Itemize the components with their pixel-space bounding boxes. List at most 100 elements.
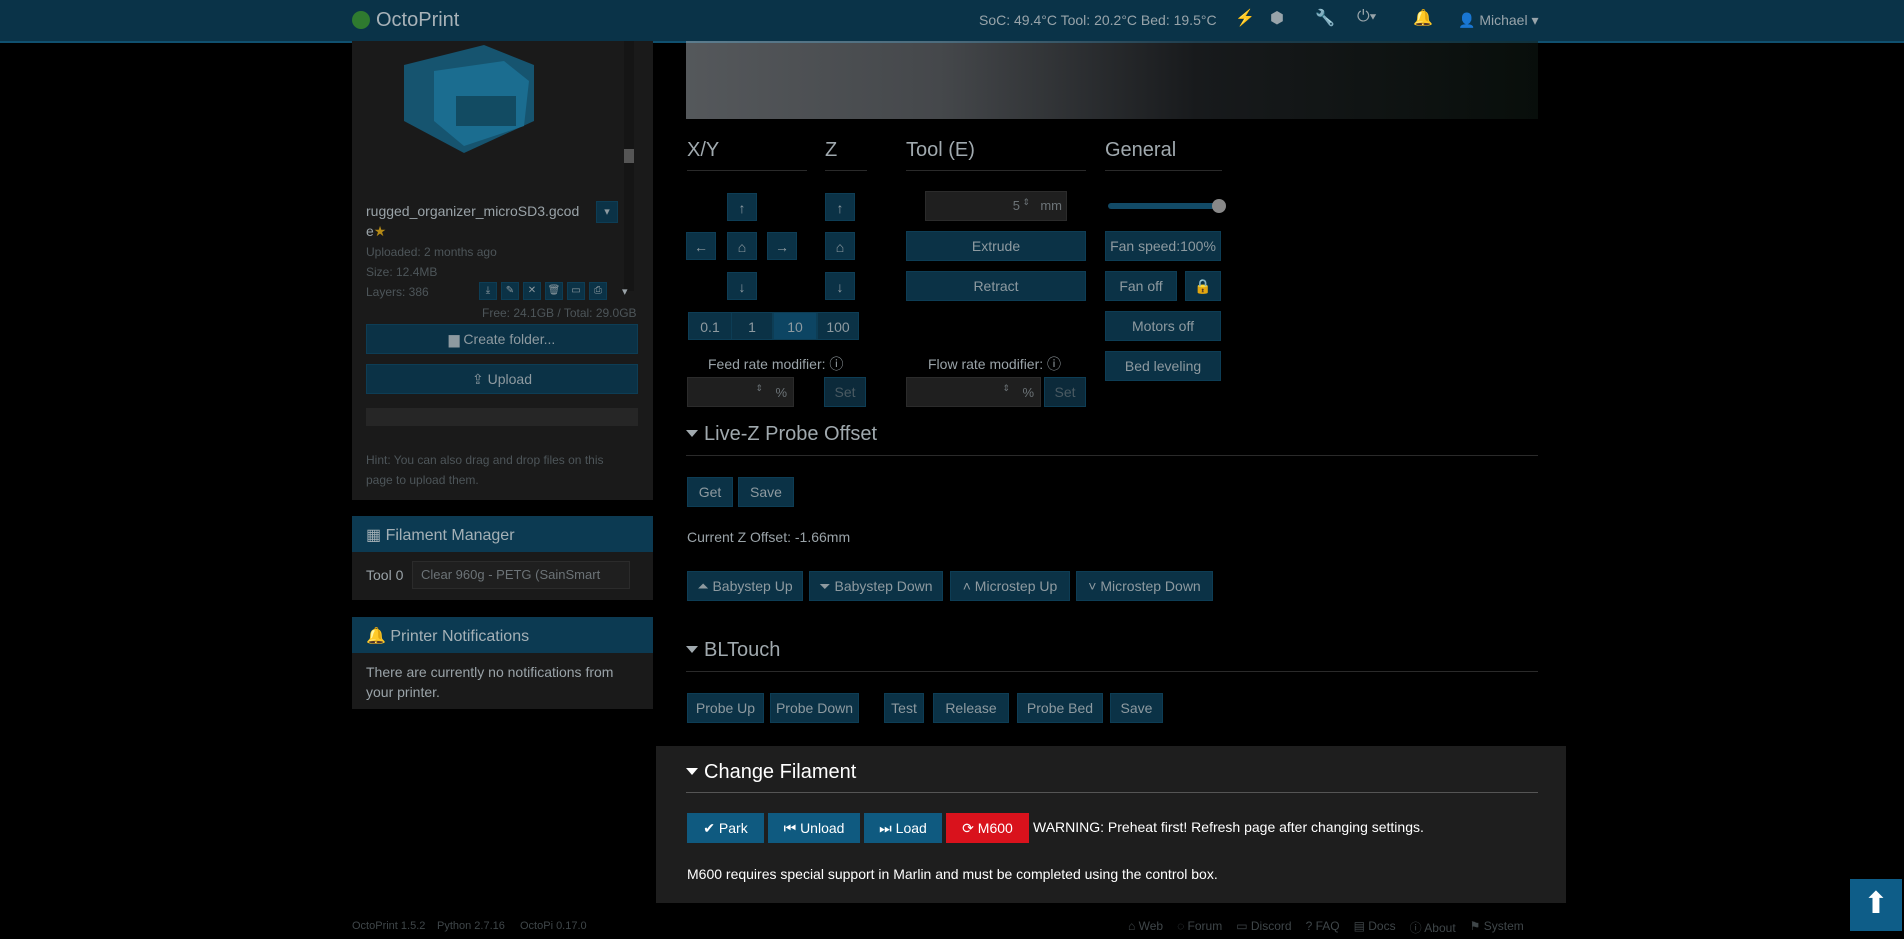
feed-rate-label: Feed rate modifier: ⓘ [708, 356, 844, 372]
change-filament-header[interactable]: Change Filament [686, 761, 856, 784]
double-chevron-up-icon: ⏶ [697, 578, 709, 594]
step-0-1[interactable]: 0.1 [688, 312, 732, 340]
z-header: Z [825, 139, 838, 161]
home-z-home-icon[interactable]: ⌂ [825, 232, 855, 260]
livez-header[interactable]: Live-Z Probe Offset [686, 423, 877, 446]
file-expand-chevron-icon[interactable]: ▾ [596, 201, 618, 223]
more-chevron-icon[interactable]: ▾ [622, 285, 628, 298]
bltouch-save-button[interactable]: Save [1110, 693, 1163, 723]
footer-link-discord[interactable]: ▭ Discord [1236, 919, 1291, 936]
flow-rate-label: Flow rate modifier: ⓘ [928, 356, 1062, 372]
jog-y-minus-down-arrow-icon[interactable]: ↓ [727, 272, 757, 300]
m600-button[interactable]: ⟳ M600 [946, 813, 1029, 843]
unload-button[interactable]: ⏮ Unload [768, 813, 860, 843]
lock-icon[interactable]: 🔒 [1185, 271, 1221, 301]
user-menu[interactable]: 👤 Michael ▾ [1458, 12, 1539, 29]
feed-rate-set-button[interactable]: Set [824, 377, 866, 407]
power-menu-icon[interactable]: ⏻▾ [1357, 8, 1376, 26]
fan-off-button[interactable]: Fan off [1105, 271, 1177, 301]
storage-free: Free: 24.1GB / Total: 29.0GB [482, 306, 637, 320]
info-icon: ⓘ [829, 356, 844, 372]
webcam-stream[interactable] [686, 41, 1538, 119]
fan-speed-button[interactable]: Fan speed:100% [1105, 231, 1221, 261]
tool-header: Tool (E) [906, 139, 975, 161]
system-icon[interactable]: ⬢ [1270, 8, 1284, 28]
park-button[interactable]: ✔ Park [687, 813, 764, 843]
file-list-scrollbar[interactable] [624, 41, 634, 291]
upload-button[interactable]: ⇪ Upload [366, 364, 638, 394]
jog-x-minus-left-arrow-icon[interactable]: ← [686, 232, 716, 260]
download-icon[interactable]: ⤓ [479, 282, 497, 300]
livez-get-button[interactable]: Get [687, 477, 733, 507]
create-folder-button[interactable]: ▆ Create folder... [366, 324, 638, 354]
microstep-up-button[interactable]: ˄ Microstep Up [950, 571, 1070, 601]
babystep-down-button[interactable]: ⏷ Babystep Down [809, 571, 943, 601]
remove-icon[interactable]: ✕ [523, 282, 541, 300]
footer-link-system[interactable]: ⚑ System [1470, 919, 1524, 936]
probe-bed-button[interactable]: Probe Bed [1017, 693, 1103, 723]
folder-icon[interactable]: ▭ [567, 282, 585, 300]
extrude-amount-input[interactable]: 5 ⇕ mm [925, 191, 1067, 221]
bed-leveling-button[interactable]: Bed leveling [1105, 351, 1221, 381]
print-icon[interactable]: ⎙ [589, 282, 607, 300]
caret-down-icon [686, 646, 698, 653]
footer-link-web[interactable]: ⌂ Web [1128, 919, 1163, 936]
flow-rate-set-button[interactable]: Set [1044, 377, 1086, 407]
jog-y-plus-up-arrow-icon[interactable]: ↑ [727, 193, 757, 221]
load-button[interactable]: ⏭ Load [864, 813, 942, 843]
retract-button[interactable]: Retract [906, 271, 1086, 301]
footer-link-forum[interactable]: ◌ Forum [1177, 919, 1222, 936]
filament-manager-header[interactable]: ▦ Filament Manager [352, 516, 653, 552]
file-layers: Layers: 386 [366, 285, 429, 299]
babystep-up-button[interactable]: ⏶ Babystep Up [687, 571, 803, 601]
info-icon: ⓘ [1047, 356, 1062, 372]
step-1[interactable]: 1 [731, 312, 773, 340]
microstep-down-button[interactable]: ˅ Microstep Down [1076, 571, 1213, 601]
upload-progress-bar [366, 408, 638, 426]
test-button[interactable]: Test [884, 693, 924, 723]
upload-hint: Hint: You can also drag and drop files o… [366, 453, 604, 487]
file-name-tail: e★ [366, 223, 387, 239]
feed-rate-input[interactable]: ⇕ % [687, 377, 794, 407]
jog-x-plus-right-arrow-icon[interactable]: → [767, 232, 797, 260]
throttle-lightning-icon: ⚡ [1235, 10, 1255, 27]
step-10[interactable]: 10 [773, 312, 817, 340]
step-100[interactable]: 100 [817, 312, 859, 340]
extrude-button[interactable]: Extrude [906, 231, 1086, 261]
footer-version-octopi: OctoPi 0.17.0 [520, 920, 587, 932]
scroll-to-top-arrow-icon[interactable]: ⬆ [1850, 879, 1902, 931]
trash-icon[interactable]: 🗑 [545, 282, 563, 300]
fan-slider-handle[interactable] [1212, 199, 1226, 213]
probe-up-button[interactable]: Probe Up [687, 693, 764, 723]
footer-links: ⌂ Web ◌ Forum ▭ Discord ? FAQ ▤ Docs ⓘ A… [1128, 919, 1524, 936]
bltouch-header[interactable]: BLTouch [686, 639, 780, 662]
probe-down-button[interactable]: Probe Down [770, 693, 859, 723]
footer-link-about[interactable]: ⓘ About [1410, 919, 1456, 936]
top-navbar: OctoPrint SoC: 49.4°C Tool: 20.2°C Bed: … [0, 0, 1904, 43]
chevron-down-icon: ˅ [1088, 578, 1097, 594]
file-name[interactable]: rugged_organizer_microSD3.gcod [366, 203, 579, 219]
tool-label: Tool 0 [366, 567, 404, 583]
jog-z-minus-down-arrow-icon[interactable]: ↓ [825, 272, 855, 300]
slice-icon[interactable]: ✎ [501, 282, 519, 300]
release-button[interactable]: Release [933, 693, 1009, 723]
film-icon: ▦ [366, 527, 382, 544]
footer-link-docs[interactable]: ▤ Docs [1354, 919, 1396, 936]
settings-wrench-icon[interactable]: 🔧 [1315, 8, 1335, 28]
brand-link[interactable]: OctoPrint [352, 9, 459, 32]
user-icon: 👤 [1458, 12, 1476, 28]
spool-select[interactable]: Clear 960g - PETG (SainSmart [412, 561, 630, 589]
file-action-icons: ⤓ ✎ ✕ 🗑 ▭ ⎙ [479, 282, 607, 300]
preheat-warning: WARNING: Preheat first! Refresh page aft… [1033, 819, 1424, 835]
jog-z-plus-up-arrow-icon[interactable]: ↑ [825, 193, 855, 221]
home-xy-home-icon[interactable]: ⌂ [727, 232, 757, 260]
printer-notifications-header[interactable]: 🔔 Printer Notifications [352, 617, 653, 653]
footer-link-faq[interactable]: ? FAQ [1306, 919, 1340, 936]
footer-version-octoprint: OctoPrint 1.5.2 [352, 920, 426, 932]
livez-save-button[interactable]: Save [738, 477, 794, 507]
notification-bell-icon[interactable]: 🔔 [1413, 8, 1433, 28]
file-thumbnail [404, 45, 534, 153]
fan-speed-slider[interactable] [1108, 199, 1226, 213]
flow-rate-input[interactable]: ⇕ % [906, 377, 1041, 407]
motors-off-button[interactable]: Motors off [1105, 311, 1221, 341]
